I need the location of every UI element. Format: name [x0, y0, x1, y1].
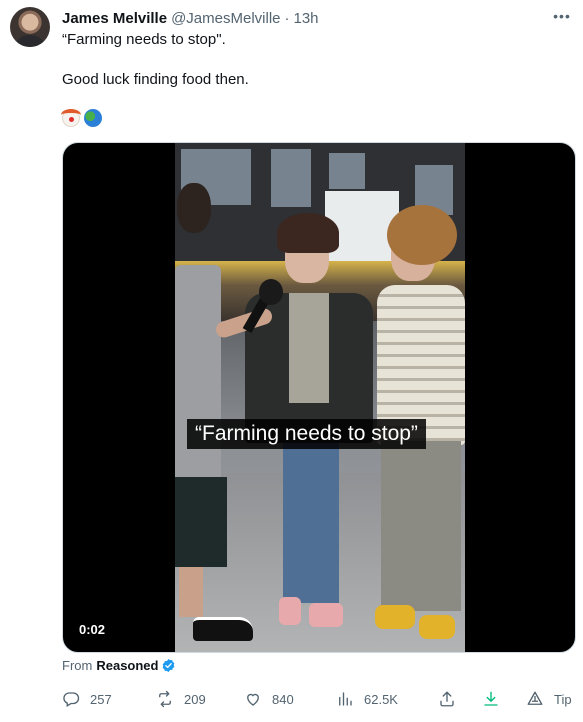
video-source: From Reasoned [62, 658, 176, 673]
reply-count: 257 [90, 691, 112, 707]
microphone-icon [259, 279, 283, 305]
like-count: 840 [272, 691, 294, 707]
more-options-button[interactable]: ••• [551, 5, 573, 27]
video-frame [175, 143, 465, 652]
tip-label: Tip [554, 691, 572, 707]
header-separator: · [284, 9, 290, 27]
heart-icon [247, 693, 259, 706]
tweet-card[interactable]: James Melville @JamesMelville · 13h ••• … [0, 0, 583, 722]
tweet-time[interactable]: 13h [294, 10, 319, 27]
emoji-line [61, 109, 102, 127]
download-button[interactable] [482, 688, 510, 710]
like-button[interactable]: 840 [244, 688, 294, 710]
action-bar: 257 209 840 62.5K Tip [62, 688, 576, 710]
views-chart-icon [339, 692, 352, 706]
views-button[interactable]: 62.5K [336, 688, 398, 710]
share-button[interactable] [438, 688, 466, 710]
reply-icon [63, 692, 80, 707]
interviewer-figure [175, 177, 253, 641]
clown-face-icon [61, 109, 81, 127]
author-name[interactable]: James Melville [62, 10, 167, 27]
author-handle[interactable]: @JamesMelville [171, 10, 280, 27]
tip-button[interactable]: Tip [526, 688, 572, 710]
repost-count: 209 [184, 691, 206, 707]
repost-button[interactable]: 209 [156, 688, 206, 710]
tweet-text-line-1: “Farming needs to stop". [62, 31, 226, 48]
ellipsis-icon: ••• [553, 8, 571, 24]
globe-icon [84, 109, 102, 127]
video-timestamp: 0:02 [71, 618, 114, 640]
video-player[interactable]: “Farming needs to stop” 0:02 [62, 142, 576, 653]
download-icon [484, 691, 498, 706]
source-label: From [62, 658, 93, 673]
source-name[interactable]: Reasoned [96, 658, 158, 673]
tip-icon [527, 691, 543, 705]
share-icon [440, 691, 454, 707]
view-count: 62.5K [364, 691, 398, 707]
tweet-header: James Melville @JamesMelville · 13h [62, 8, 319, 28]
author-avatar[interactable] [10, 7, 50, 47]
tweet-text: “Farming needs to stop". Good luck findi… [62, 30, 249, 90]
tweet-text-line-2: Good luck finding food then. [62, 71, 249, 88]
verified-badge-icon [163, 658, 175, 673]
repost-icon [159, 690, 171, 708]
video-caption: “Farming needs to stop” [187, 419, 426, 449]
reply-button[interactable]: 257 [62, 688, 112, 710]
